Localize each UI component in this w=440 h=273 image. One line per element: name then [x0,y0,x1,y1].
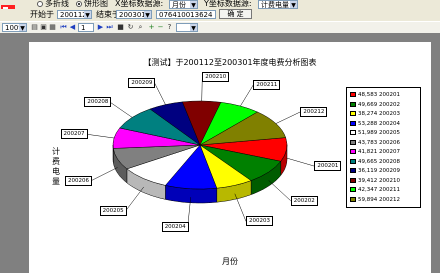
chart-legend: 48,583 200201 49,669 200202 38,274 200203 5… [346,87,421,208]
leader-line [154,82,166,105]
legend-swatch [350,120,356,126]
multi-line-radio[interactable] [37,1,43,7]
confirm-button[interactable]: 确 定 [219,9,252,19]
multi-line-label: 多折线 [45,0,69,8]
legend-swatch [350,130,356,135]
slice-label-200206: 200206 [65,175,92,186]
prev-page-icon[interactable]: ◀ [69,24,76,31]
chevron-down-icon: ▼ [19,24,26,32]
leader-line [240,84,254,107]
legend-label: 42,347 200211 [358,187,400,193]
slice-label-200202: 200202 [290,195,318,206]
legend-swatch [350,149,356,154]
chevron-down-icon: ▼ [190,1,197,9]
slice-label-200208: 200208 [84,97,112,108]
options-row: 多折线 饼形图 X坐标数据源: 月份 ▼ Y坐标数据源: 计费电量 ▼ [0,0,440,14]
slice-label-200211: 200211 [253,79,281,90]
zoom-in-icon[interactable]: + [148,24,155,31]
legend-label: 48,583 200201 [358,92,400,98]
end-select[interactable]: 200301 ▼ [116,10,152,19]
leader-line [110,102,133,118]
chevron-down-icon: ▼ [144,11,151,19]
x-source-select[interactable]: 月份 ▼ [169,0,198,9]
refresh-icon[interactable]: ↻ [127,24,134,31]
legend-item: 39,412 200210 [350,177,400,185]
legend-item: 36,119 200209 [350,167,400,175]
export-icon[interactable]: ▣ [40,24,47,31]
code-input[interactable]: 076410013624 [156,10,216,19]
leader-line [125,186,144,212]
legend-label: 36,119 200209 [358,168,400,174]
legend-label: 51,989 200205 [358,130,400,136]
pie-radio[interactable] [76,1,82,7]
page-input[interactable]: 1 [78,23,94,32]
legend-item: 59,894 200212 [350,196,400,204]
legend-label: 38,274 200203 [358,111,400,117]
search-icon[interactable]: ⌕ [137,24,144,31]
start-select[interactable]: 200112 ▼ [57,10,92,19]
legend-label: 59,894 200212 [358,196,400,203]
leader-line [86,133,115,139]
first-page-icon[interactable]: ⏮ [60,24,67,31]
legend-item: 42,347 200211 [350,186,400,194]
chevron-down-icon: ▼ [190,24,197,32]
legend-item: 49,665 200208 [350,158,400,166]
zoom-select[interactable]: 100% ▼ [2,23,27,32]
legend-swatch [350,196,356,202]
legend-item: 41,821 200207 [350,148,400,156]
stop-icon[interactable]: ■ [117,24,124,31]
start-label: 开始于 [30,10,54,19]
report-page: 【测试】于200112至200301年度电费分析图表 计费电量 月份 20020… [29,42,431,273]
x-source-label: X坐标数据源: [115,0,164,8]
legend-item: 38,274 200203 [350,110,400,118]
slice-label-200204: 200204 [161,221,189,232]
last-page-icon[interactable]: ⏭ [106,24,113,31]
legend-swatch [350,92,356,97]
legend-label: 49,669 200202 [358,101,400,108]
legend-label: 53,288 200204 [358,120,400,127]
slice-label-200210: 200210 [202,72,230,82]
leader-line [275,111,301,124]
slice-label-200212: 200212 [300,106,328,117]
legend-item: 53,288 200204 [350,120,400,128]
leader-line [286,157,315,167]
date-range-row: 开始于 200112 ▼ 结束于 200301 ▼ 076410013624 确 定 [0,9,440,21]
legend-item: 48,583 200201 [350,91,400,99]
legend-swatch [350,101,356,107]
leader-line [268,180,291,201]
next-page-icon[interactable]: ▶ [97,24,104,31]
y-source-select[interactable]: 计费电量 ▼ [258,0,298,9]
slice-label-200205: 200205 [99,205,127,216]
legend-item: 43,783 200206 [350,139,400,147]
legend-item: 51,989 200205 [350,129,400,137]
slice-label-200203: 200203 [246,216,273,227]
view-select[interactable]: ▼ [176,23,198,32]
legend-label: 41,821 200207 [358,149,400,155]
pie-label: 饼形图 [84,0,108,8]
legend-swatch [350,177,356,183]
y-source-label: Y坐标数据源: [204,0,252,8]
help-icon[interactable]: ? [166,24,173,31]
slice-label-200209: 200209 [128,77,156,88]
setup-icon[interactable]: ▦ [49,24,56,31]
chevron-down-icon: ▼ [290,1,297,9]
legend-swatch [350,187,356,192]
slice-label-200207: 200207 [60,129,88,140]
legend-label: 39,412 200210 [358,177,400,184]
legend-item: 49,669 200202 [350,101,400,109]
legend-swatch [350,139,356,145]
leader-line [90,167,118,181]
legend-swatch [350,158,356,164]
slice-label-200201: 200201 [314,161,342,172]
legend-label: 43,783 200206 [358,139,400,146]
chevron-down-icon: ▼ [84,11,91,19]
legend-swatch [350,111,356,116]
legend-label: 49,665 200208 [358,158,400,165]
print-icon[interactable]: ▤ [31,24,38,31]
zoom-out-icon[interactable]: − [157,24,164,31]
legend-swatch [350,168,356,173]
